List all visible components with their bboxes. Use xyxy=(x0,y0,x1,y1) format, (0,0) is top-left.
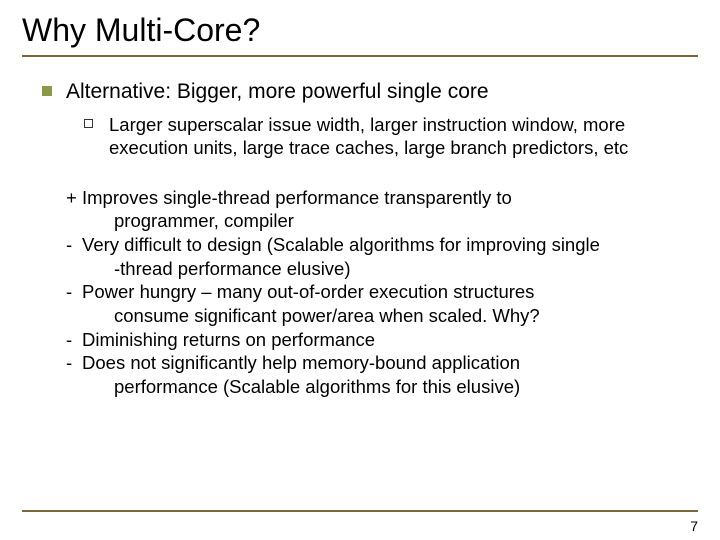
point-2-line2: -thread performance elusive) xyxy=(66,257,698,281)
point-1: + Improves single-thread performance tra… xyxy=(66,186,698,210)
minus-sign: - xyxy=(66,233,82,257)
point-3: - Power hungry – many out-of-order execu… xyxy=(66,280,698,304)
level1-text: Alternative: Bigger, more powerful singl… xyxy=(66,79,489,105)
point-2: - Very difficult to design (Scalable alg… xyxy=(66,233,698,257)
square-bullet-icon xyxy=(42,86,52,96)
minus-sign: - xyxy=(66,280,82,304)
point-4-line1: Diminishing returns on performance xyxy=(82,328,698,352)
bullet-level2: Larger superscalar issue width, larger i… xyxy=(22,113,698,159)
point-3-line2: consume significant power/area when scal… xyxy=(66,304,698,328)
minus-sign: - xyxy=(66,351,82,375)
point-1-line1: Improves single-thread performance trans… xyxy=(82,186,698,210)
point-3-line1: Power hungry – many out-of-order executi… xyxy=(82,280,698,304)
point-5: - Does not significantly help memory-bou… xyxy=(66,351,698,375)
slide: Why Multi-Core? Alternative: Bigger, mor… xyxy=(0,0,720,540)
square-outline-bullet-icon xyxy=(84,119,93,128)
points-block: + Improves single-thread performance tra… xyxy=(22,186,698,399)
minus-sign: - xyxy=(66,328,82,352)
point-5-line1: Does not significantly help memory-bound… xyxy=(82,351,698,375)
footer-divider xyxy=(22,510,698,512)
page-title: Why Multi-Core? xyxy=(22,12,698,49)
plus-sign: + xyxy=(66,186,82,210)
point-5-line2: performance (Scalable algorithms for thi… xyxy=(66,375,698,399)
point-4: - Diminishing returns on performance xyxy=(66,328,698,352)
point-1-line2: programmer, compiler xyxy=(66,209,698,233)
level2-text: Larger superscalar issue width, larger i… xyxy=(109,113,698,159)
title-divider xyxy=(22,55,698,57)
point-2-line1: Very difficult to design (Scalable algor… xyxy=(82,233,698,257)
page-number: 7 xyxy=(690,518,698,534)
bullet-level1: Alternative: Bigger, more powerful singl… xyxy=(22,79,698,105)
